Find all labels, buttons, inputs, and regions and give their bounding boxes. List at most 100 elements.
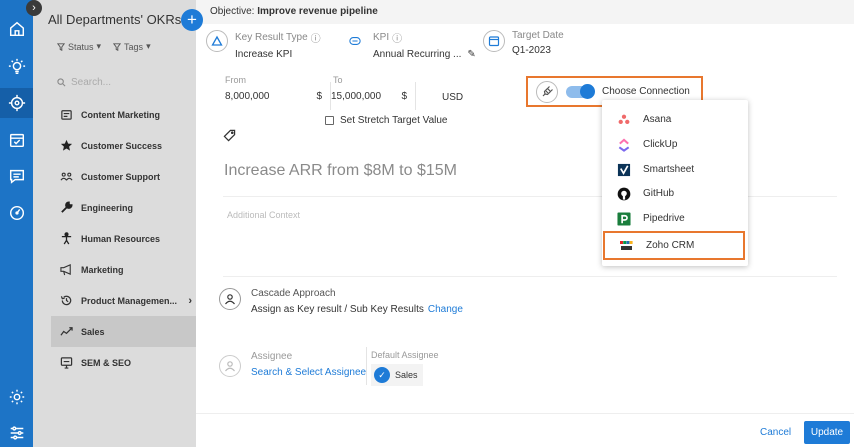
history-icon (59, 294, 73, 308)
change-cascade-link[interactable]: Change (428, 304, 463, 315)
sliders-icon[interactable] (7, 423, 26, 442)
objective-header: Objective: Improve revenue pipeline (196, 0, 854, 24)
toggle-knob (580, 83, 595, 99)
check-icon: ✓ (374, 367, 390, 383)
sidebar-item-sem-seo[interactable]: SEM & SEO (51, 347, 196, 378)
default-assignee: Default Assignee ✓ Sales (371, 350, 439, 386)
key-result-type-value: Increase KPI (235, 49, 293, 60)
default-assignee-chip[interactable]: ✓ Sales (371, 364, 423, 386)
sidebar-item-customer-support[interactable]: Customer Support (51, 161, 196, 192)
option-label: Smartsheet (643, 164, 695, 175)
info-icon: ⓘ (310, 34, 321, 45)
select-assignee-link[interactable]: Search & Select Assignee (251, 367, 366, 378)
tags-filter[interactable]: Tags ▾ (113, 41, 151, 52)
sidebar-item-customer-success[interactable]: Customer Success (51, 130, 196, 161)
stretch-label: Set Stretch Target Value (340, 115, 448, 126)
user-icon (219, 355, 241, 377)
assignee-title: Assignee (251, 351, 293, 362)
chevron-right-icon[interactable]: › (188, 295, 192, 307)
update-button[interactable]: Update (804, 421, 850, 444)
sidebar-item-label: Marketing (81, 264, 124, 275)
objective-prefix: Objective: (210, 6, 255, 17)
person-icon (59, 232, 73, 246)
option-label: Pipedrive (643, 213, 685, 224)
connection-toggle[interactable] (566, 83, 595, 99)
sidebar-item-sales[interactable]: Sales (51, 316, 196, 347)
sidebar-item-marketing[interactable]: Marketing (51, 254, 196, 285)
star-icon (59, 139, 73, 153)
sidebar-item-label: Sales (81, 326, 105, 337)
default-assignee-title: Default Assignee (371, 350, 439, 360)
divider (366, 347, 367, 385)
pencil-icon[interactable]: ✎ (467, 49, 475, 60)
connection-option-smartsheet[interactable]: Smartsheet (602, 157, 748, 182)
target-date-value: Q1-2023 (512, 45, 551, 56)
sidebar-item-label: Engineering (81, 202, 134, 213)
to-input[interactable]: 15,000,000 $ (331, 82, 416, 110)
chevron-down-icon: ▾ (96, 41, 102, 51)
triangle-icon (206, 30, 228, 52)
sidebar-item-product-management[interactable]: Product Managemen... › (51, 285, 196, 316)
connection-option-clickup[interactable]: ClickUp (602, 132, 748, 157)
sidebar-item-label: Customer Success (81, 140, 163, 151)
kpi-field[interactable]: KPI ⓘ Annual Recurring ... ✎ (344, 30, 476, 60)
sidebar-item-content-marketing[interactable]: Content Marketing (51, 99, 196, 130)
settings-gear-icon[interactable] (7, 387, 26, 406)
department-list: Content Marketing Customer Success Custo… (51, 99, 196, 378)
connection-dropdown: Asana ClickUp Smartsheet GitHub Pipedriv… (602, 100, 748, 266)
cancel-button[interactable]: Cancel (760, 427, 791, 438)
tags-filter-label: Tags (124, 41, 144, 52)
choose-connection-label: Choose Connection (602, 86, 690, 97)
status-filter-label: Status (68, 41, 94, 52)
calendar-icon (483, 30, 505, 52)
target-icon[interactable] (0, 88, 33, 118)
from-currency: $ (316, 90, 322, 102)
chat-icon[interactable] (7, 166, 26, 185)
plug-icon (536, 80, 558, 103)
connection-option-github[interactable]: GitHub (602, 181, 748, 206)
option-label: ClickUp (643, 139, 678, 150)
sidebar-item-engineering[interactable]: Engineering (51, 192, 196, 223)
checkbox-box[interactable] (325, 116, 334, 125)
collapse-rail-button[interactable]: › (26, 0, 42, 16)
clickup-logo-icon (616, 137, 631, 152)
connection-option-asana[interactable]: Asana (602, 107, 748, 132)
lightbulb-icon[interactable] (7, 57, 26, 76)
kpi-value: Annual Recurring ... (373, 49, 462, 60)
target-date-field[interactable]: Target Date Q1-2023 (483, 30, 564, 56)
sidebar-filters: Status ▾ Tags ▾ (57, 41, 151, 52)
option-label: Asana (643, 114, 672, 125)
to-value: 15,000,000 (331, 90, 382, 102)
monitor-icon (59, 356, 73, 370)
smartsheet-logo-icon (616, 162, 631, 177)
key-result-type-field[interactable]: Key Result Type ⓘ Increase KPI (206, 30, 321, 60)
user-icon (219, 288, 241, 310)
people-icon (59, 170, 73, 184)
default-assignee-value: Sales (395, 370, 418, 380)
additional-context-input[interactable]: Additional Context (227, 210, 300, 220)
sidebar-item-label: Content Marketing (81, 109, 161, 120)
home-icon[interactable] (7, 19, 26, 38)
connection-option-pipedrive[interactable]: Pipedrive (602, 206, 748, 231)
tag-icon[interactable] (223, 129, 237, 143)
status-filter[interactable]: Status ▾ (57, 41, 101, 52)
sidebar-item-human-resources[interactable]: Human Resources (51, 223, 196, 254)
key-result-title-input[interactable]: Increase ARR from $8M to $15M (224, 162, 457, 180)
pipedrive-logo-icon (616, 211, 631, 226)
zoho-crm-logo-icon (619, 238, 634, 253)
objective-title: Improve revenue pipeline (257, 6, 378, 17)
dashboard-icon[interactable] (7, 203, 26, 222)
info-icon: ⓘ (392, 34, 403, 45)
cascade-title: Cascade Approach (251, 288, 336, 299)
sidebar-search[interactable]: Search... (57, 77, 187, 88)
chevron-down-icon: ▾ (146, 41, 151, 51)
asana-logo-icon (616, 112, 631, 127)
kpi-label: KPI (373, 32, 390, 43)
footer-divider (196, 413, 854, 414)
connection-option-zoho-crm[interactable]: Zoho CRM (603, 231, 745, 260)
add-okr-button[interactable]: + (181, 9, 203, 31)
from-input[interactable]: 8,000,000 $ (225, 82, 331, 110)
stretch-target-checkbox[interactable]: Set Stretch Target Value (325, 115, 447, 126)
search-placeholder: Search... (71, 77, 112, 88)
calendar-check-icon[interactable] (7, 130, 26, 149)
